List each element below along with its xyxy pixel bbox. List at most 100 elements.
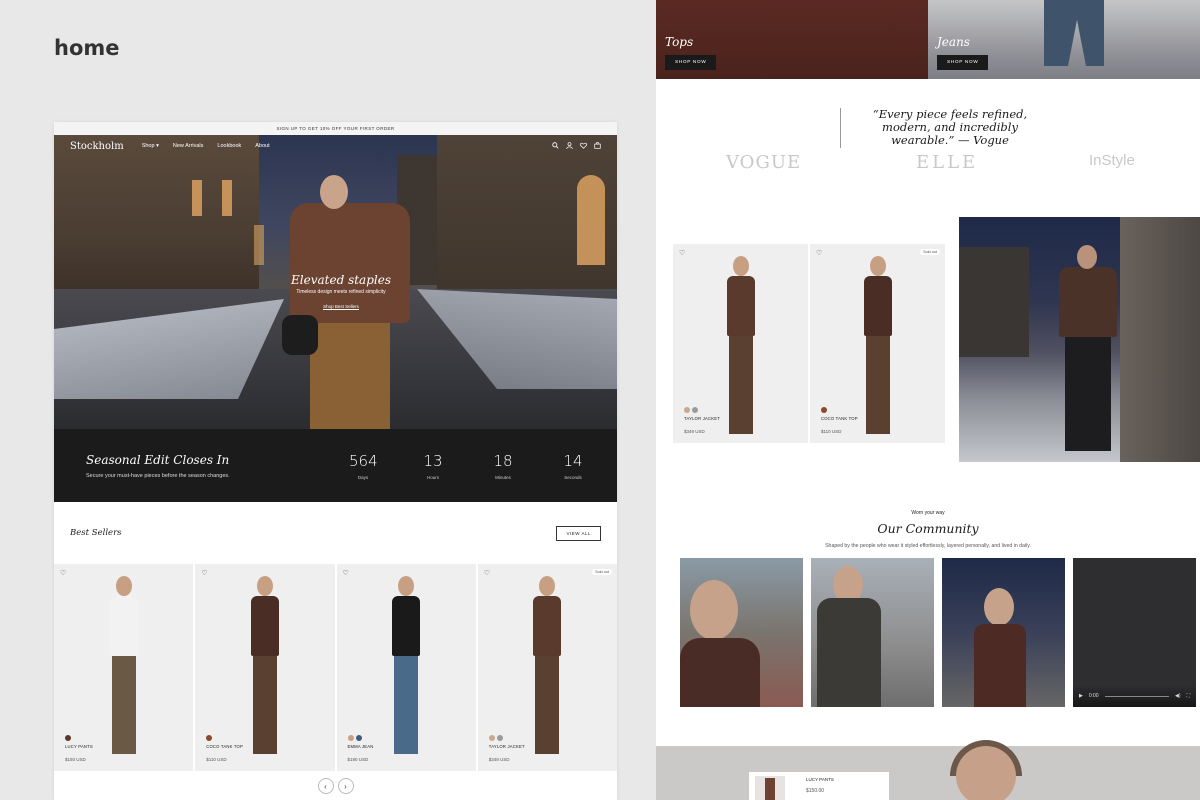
color-swatch[interactable] — [347, 735, 354, 741]
sold-out-badge: Sold out — [592, 569, 612, 575]
shop-the-look-card[interactable]: LUCY PANTS $150.00 — [749, 772, 889, 800]
color-swatches — [347, 735, 362, 741]
heart-icon[interactable]: ♡ — [60, 569, 66, 577]
wishlist-icon[interactable] — [580, 142, 587, 151]
announcement-bar: SIGN UP TO GET 10% OFF YOUR FIRST ORDER — [54, 122, 617, 135]
heart-icon[interactable]: ♡ — [484, 569, 490, 577]
countdown-timer: 564 Days 13 Hours 18 Minutes 14 Seconds — [349, 452, 587, 480]
color-swatch[interactable] — [65, 735, 71, 741]
product-image — [527, 576, 567, 754]
category-tile-jeans[interactable]: Jeans SHOP NOW — [928, 0, 1200, 79]
color-swatch[interactable] — [684, 407, 690, 413]
press-logo-instyle: InStyle — [1089, 152, 1135, 169]
heart-icon[interactable]: ♡ — [343, 569, 349, 577]
site-header: Stockholm Shop ▾ New Arrivals Lookbook A… — [54, 135, 617, 157]
main-nav: Shop ▾ New Arrivals Lookbook About — [142, 143, 270, 149]
product-price: $150.00 — [806, 788, 825, 794]
community-photo[interactable] — [811, 558, 934, 707]
nav-lookbook[interactable]: Lookbook — [217, 143, 241, 149]
color-swatch[interactable] — [206, 735, 213, 741]
countdown-title: Seasonal Edit Closes In — [86, 452, 230, 467]
product-image — [386, 576, 426, 754]
brand-logo[interactable]: Stockholm — [70, 141, 124, 152]
product-card[interactable]: ♡ LUCY PANTS $150 USD — [54, 564, 194, 771]
countdown-seconds: 14 Seconds — [563, 451, 583, 480]
press-logo-vogue: VOGUE — [726, 152, 802, 173]
hero-subtitle: Timeless design meets refined simplicity — [296, 289, 386, 295]
press-logo-elle: ELLE — [916, 152, 979, 173]
best-sellers-title: Best Sellers — [70, 528, 122, 538]
product-image — [721, 256, 761, 434]
lit-window — [222, 180, 232, 216]
heart-icon[interactable]: ♡ — [816, 249, 822, 257]
video-controls: ▶ 0:00 ◀) ⛶ — [1073, 685, 1196, 707]
product-name: COCO TANK TOP — [821, 416, 858, 421]
video-progress[interactable] — [1104, 695, 1169, 697]
search-icon[interactable] — [552, 141, 559, 151]
product-name: LUCY PANTS — [65, 744, 93, 749]
category-tile-tops[interactable]: Tops SHOP NOW — [656, 0, 928, 79]
product-image — [104, 576, 144, 754]
product-card[interactable]: ♡ Sold out COCO TANK TOP $110 USD — [810, 244, 945, 443]
shop-now-button[interactable]: SHOP NOW — [937, 55, 989, 70]
heart-icon[interactable]: ♡ — [201, 569, 207, 577]
hero-banner: Stockholm Shop ▾ New Arrivals Lookbook A… — [54, 135, 617, 429]
product-name: EMMA JEAN — [347, 744, 374, 749]
category-tiles: Tops SHOP NOW Jeans SHOP NOW — [656, 0, 1200, 79]
hero-copy: Elevated staples Timeless design meets r… — [286, 273, 396, 313]
color-swatch[interactable] — [355, 735, 362, 741]
account-icon[interactable] — [566, 141, 573, 151]
community-title: Our Community — [877, 521, 979, 536]
page-label: home — [54, 36, 120, 60]
product-name: TAYLOR JACKET — [488, 744, 525, 749]
nav-about[interactable]: About — [255, 143, 269, 149]
hero-title: Elevated staples — [291, 273, 391, 287]
category-label: Jeans — [937, 35, 970, 49]
homepage-preview-top: SIGN UP TO GET 10% OFF YOUR FIRST ORDER … — [54, 122, 617, 800]
community-video[interactable]: ▶ 0:00 ◀) ⛶ — [1073, 558, 1196, 707]
product-card[interactable]: ♡ Sold out TAYLOR JACKET $349 USD — [477, 564, 617, 771]
best-sellers-carousel: ♡ LUCY PANTS $150 USD ♡ COCO TANK TOP $1… — [54, 564, 617, 771]
lit-window — [192, 180, 202, 216]
product-price: $110 USD — [206, 757, 227, 762]
product-name: LUCY PANTS — [806, 777, 834, 782]
color-swatch[interactable] — [496, 735, 503, 741]
hero-cta-button[interactable]: Shop Best Sellers — [323, 304, 359, 310]
fullscreen-icon[interactable]: ⛶ — [1186, 693, 1190, 699]
product-card[interactable]: ♡ COCO TANK TOP $110 USD — [195, 564, 335, 771]
product-name: TAYLOR JACKET — [684, 416, 720, 421]
product-price: $110 USD — [821, 429, 842, 434]
hero-building-left — [54, 135, 259, 305]
lit-window — [577, 175, 605, 265]
color-swatch[interactable] — [488, 735, 495, 741]
countdown-days: 564 Days — [349, 451, 378, 480]
lit-window — [254, 225, 264, 265]
lifestyle-photo — [959, 217, 1200, 462]
color-swatch[interactable] — [692, 407, 698, 413]
best-sellers-header: Best Sellers VIEW ALL — [54, 502, 617, 564]
nav-new-arrivals[interactable]: New Arrivals — [173, 143, 204, 149]
shop-now-button[interactable]: SHOP NOW — [665, 55, 717, 70]
sold-out-badge: Sold out — [920, 249, 940, 255]
community-photo[interactable] — [942, 558, 1065, 707]
nav-shop[interactable]: Shop ▾ — [142, 143, 159, 149]
color-swatches — [206, 735, 213, 741]
product-card[interactable]: ♡ EMMA JEAN $190 USD — [336, 564, 476, 771]
product-price: $349 USD — [488, 757, 510, 762]
chevron-left-icon[interactable]: ‹ — [317, 778, 334, 794]
community-photo[interactable] — [680, 558, 803, 707]
color-swatch[interactable] — [821, 407, 827, 413]
cart-icon[interactable] — [594, 141, 601, 151]
view-all-button[interactable]: VIEW ALL — [556, 525, 601, 541]
product-price: $349 USD — [684, 429, 705, 434]
product-price: $150 USD — [65, 757, 86, 762]
play-icon[interactable]: ▶ — [1079, 693, 1083, 699]
heart-icon[interactable]: ♡ — [679, 249, 685, 257]
product-card[interactable]: ♡ TAYLOR JACKET $349 USD — [673, 244, 808, 443]
color-swatches — [821, 407, 827, 413]
chevron-right-icon[interactable]: › — [337, 778, 354, 794]
volume-icon[interactable]: ◀) — [1175, 693, 1181, 699]
product-price: $190 USD — [347, 757, 369, 762]
jeans-photo — [1044, 0, 1104, 66]
countdown-hours: 13 Hours — [423, 451, 443, 480]
